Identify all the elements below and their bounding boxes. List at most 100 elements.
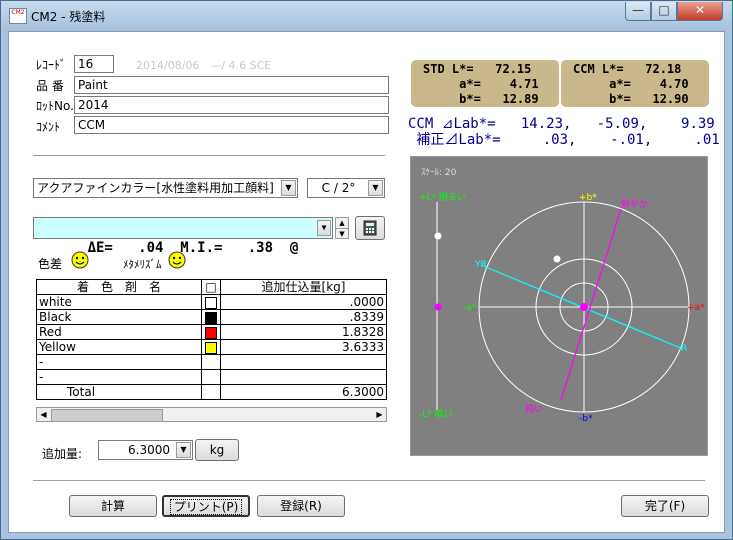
- paint-system-value: アクアファインカラー[水性塗料用加工顔料]: [37, 181, 274, 195]
- minimize-button[interactable]: —: [625, 2, 651, 21]
- paint-system-select[interactable]: アクアファインカラー[水性塗料用加工顔料] ▼: [33, 178, 298, 198]
- color-chip-cell: [201, 354, 221, 370]
- std-b-value: b*= 12.89: [423, 92, 539, 106]
- amount-cell[interactable]: 6.3000: [220, 384, 387, 400]
- color-chip-cell: [201, 384, 221, 400]
- record-label: ﾚｺｰﾄﾞ: [36, 58, 67, 72]
- std-values-box: STD L*= 72.15 a*= 4.71 b*= 12.89: [411, 60, 559, 107]
- add-amount-value: 6.3000: [128, 443, 170, 457]
- color-chip: [205, 311, 217, 324]
- calculator-button[interactable]: [355, 216, 385, 240]
- register-label: 登録(R): [280, 499, 322, 513]
- color-difference-plot: ｽｹｰﾙ: 20 +L* 明るい -L* 暗い +b* -b* +a* -a*: [410, 156, 708, 456]
- calculate-button[interactable]: 計算: [69, 495, 157, 517]
- close-icon: ✕: [694, 3, 706, 17]
- maximize-button[interactable]: □: [651, 2, 677, 21]
- spin-down-icon[interactable]: ▼: [336, 229, 348, 239]
- amount-cell[interactable]: [220, 354, 387, 370]
- metamerism-smiley-icon: [168, 251, 186, 269]
- std-ab-point: [553, 255, 561, 263]
- comment-label: ｺﾒﾝﾄ: [36, 120, 61, 134]
- colorant-name-cell[interactable]: -: [36, 354, 202, 370]
- calculator-icon: [363, 220, 377, 236]
- delta-e-select[interactable]: ΔE= .04 M.I.= .38 @ ▼: [33, 217, 333, 256]
- yr-label: YR: [474, 260, 487, 270]
- colorant-name-cell[interactable]: Black: [36, 309, 202, 325]
- colorant-table[interactable]: 着 色 剤 名 □ 追加仕込量[kg] white .0000 Black .8339…: [36, 279, 387, 400]
- std-l-value: STD L*= 72.15: [423, 62, 532, 76]
- spin-up-icon[interactable]: ▲: [336, 218, 348, 229]
- color-chip: [205, 296, 217, 309]
- colorant-name-cell[interactable]: Yellow: [36, 339, 202, 355]
- print-button[interactable]: プリント(P): [162, 495, 250, 517]
- ccm-a-value: a*= 4.70: [573, 77, 689, 91]
- illuminant-select[interactable]: C / 2° ▼: [307, 178, 385, 198]
- calculate-label: 計算: [100, 499, 125, 513]
- product-field[interactable]: Paint: [74, 76, 389, 94]
- maximize-icon: □: [658, 3, 670, 17]
- comment-field[interactable]: CCM: [74, 116, 389, 134]
- table-row[interactable]: Black .8339: [36, 309, 387, 325]
- chevron-down-icon[interactable]: ▼: [317, 220, 331, 236]
- std-a-value: a*= 4.71: [423, 77, 539, 91]
- color-diff-label: 色差: [38, 257, 63, 271]
- table-horizontal-scrollbar[interactable]: ◀ ▶: [36, 407, 387, 422]
- a-minus-label: -a*: [463, 303, 477, 313]
- a-plus-label: +a*: [687, 303, 705, 313]
- table-row[interactable]: -: [36, 354, 387, 370]
- done-label: 完了(F): [644, 499, 686, 513]
- color-chip-cell: [201, 369, 221, 385]
- register-button[interactable]: 登録(R): [257, 495, 345, 517]
- amount-cell[interactable]: 1.8328: [220, 324, 387, 340]
- color-chip: [205, 326, 217, 339]
- title-bar[interactable]: CM2 CM2 - 残塗料 — □ ✕: [1, 1, 732, 31]
- table-row[interactable]: Total 6.3000: [36, 384, 387, 400]
- client-area: ﾚｺｰﾄﾞ 16 2014/08/06 —/ 4.6 SCE 品 番 Paint…: [8, 31, 725, 533]
- chevron-down-icon[interactable]: ▼: [176, 442, 191, 458]
- amount-cell[interactable]: .0000: [220, 294, 387, 310]
- color-chip-cell: [201, 339, 221, 355]
- lab-scatter-svg: ｽｹｰﾙ: 20 +L* 明るい -L* 暗い +b* -b* +a* -a*: [419, 167, 705, 424]
- lot-field[interactable]: 2014: [74, 96, 389, 114]
- add-amount-select[interactable]: 6.3000 ▼: [98, 440, 193, 460]
- table-row[interactable]: -: [36, 369, 387, 385]
- add-amount-label: 追加量:: [42, 447, 83, 461]
- product-label: 品 番: [36, 79, 64, 93]
- l-plus-label: +L* 明るい: [419, 192, 466, 203]
- scroll-left-icon[interactable]: ◀: [37, 408, 50, 421]
- corrected-delta-lab: 補正⊿Lab*= .03, -.01, .01: [408, 132, 720, 148]
- scroll-thumb[interactable]: [51, 409, 163, 422]
- print-label: プリント(P): [169, 499, 243, 515]
- l-minus-label: -L* 暗い: [419, 408, 453, 420]
- colorant-name-cell[interactable]: -: [36, 369, 202, 385]
- table-row[interactable]: Red 1.8328: [36, 324, 387, 340]
- app-icon: CM2: [9, 8, 27, 24]
- metamerism-label: ﾒﾀﾒﾘｽﾞﾑ: [123, 258, 162, 271]
- colorant-name-cell[interactable]: Red: [36, 324, 202, 340]
- amount-cell[interactable]: [220, 369, 387, 385]
- delta-e-spinner[interactable]: ▲ ▼: [335, 217, 349, 239]
- unit-kg-button[interactable]: kg: [195, 439, 239, 461]
- table-row[interactable]: white .0000: [36, 294, 387, 310]
- color-chip-header: □: [201, 279, 221, 295]
- amount-cell[interactable]: 3.6333: [220, 339, 387, 355]
- l-sample-point: [434, 303, 442, 311]
- colorant-name-cell[interactable]: Total: [36, 384, 202, 400]
- close-button[interactable]: ✕: [677, 2, 723, 21]
- minimize-icon: —: [632, 3, 644, 17]
- record-field[interactable]: 16: [74, 55, 114, 73]
- amount-cell[interactable]: .8339: [220, 309, 387, 325]
- app-window: CM2 CM2 - 残塗料 — □ ✕ ﾚｺｰﾄﾞ 16 2014/08/06 …: [0, 0, 733, 540]
- scroll-right-icon[interactable]: ▶: [373, 408, 386, 421]
- table-row[interactable]: Yellow 3.6333: [36, 339, 387, 355]
- record-meta: 2014/08/06 —/ 4.6 SCE: [136, 59, 272, 72]
- done-button[interactable]: 完了(F): [621, 495, 709, 517]
- vivid-label: 鮮やか: [621, 198, 648, 210]
- sample-ab-point: [580, 303, 588, 311]
- delta-e-value: ΔE= .04 M.I.= .38 @: [87, 240, 299, 256]
- chevron-down-icon[interactable]: ▼: [368, 180, 383, 196]
- bottom-separator: [33, 480, 705, 482]
- colorant-name-cell[interactable]: white: [36, 294, 202, 310]
- chevron-down-icon[interactable]: ▼: [281, 180, 296, 196]
- amount-header: 追加仕込量[kg]: [220, 279, 387, 295]
